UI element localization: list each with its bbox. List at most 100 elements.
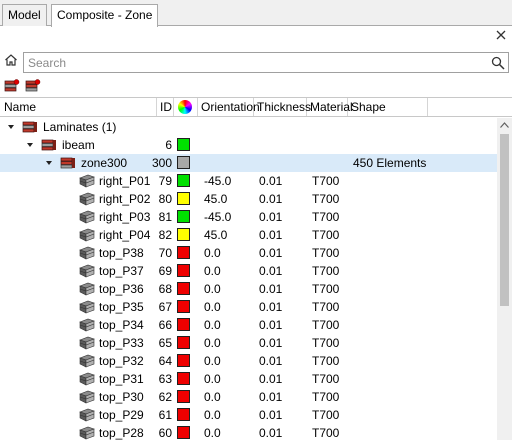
ply-icon: [79, 372, 95, 386]
material-cell: T700: [312, 192, 340, 206]
tree-label: Laminates (1): [43, 120, 117, 134]
material-cell: T700: [312, 372, 340, 386]
search-box: [23, 52, 509, 73]
id-cell: 61: [158, 408, 172, 422]
tree-view: Laminates (1) ibeam 6 zone300 300 450 El…: [0, 118, 497, 440]
tab-model[interactable]: Model: [2, 4, 47, 26]
ply-row[interactable]: top_P34 66 0.0 0.01 T700: [0, 316, 497, 334]
expand-arrow-icon[interactable]: [45, 159, 53, 167]
ply-row[interactable]: top_P30 62 0.0 0.01 T700: [0, 388, 497, 406]
ply-row[interactable]: right_P02 80 45.0 0.01 T700: [0, 190, 497, 208]
thickness-cell: 0.01: [259, 210, 283, 224]
id-cell: 69: [158, 264, 172, 278]
color-swatch[interactable]: [177, 228, 190, 241]
ply-row[interactable]: right_P01 79 -45.0 0.01 T700: [0, 172, 497, 190]
id-cell: 80: [158, 192, 172, 206]
tree-row-ibeam[interactable]: ibeam 6: [0, 136, 497, 154]
ply-row[interactable]: top_P38 70 0.0 0.01 T700: [0, 244, 497, 262]
expand-arrow-icon[interactable]: [7, 123, 15, 131]
color-swatch[interactable]: [177, 156, 190, 169]
color-swatch[interactable]: [177, 300, 190, 313]
id-cell: 82: [158, 228, 172, 242]
close-icon[interactable]: [494, 28, 508, 42]
color-swatch[interactable]: [177, 246, 190, 259]
tree-label: ibeam: [62, 138, 95, 152]
create-laminate-icon[interactable]: [3, 78, 21, 94]
column-orientation[interactable]: Orientation: [198, 98, 260, 116]
color-swatch[interactable]: [177, 264, 190, 277]
tree-row-laminates[interactable]: Laminates (1): [0, 118, 497, 136]
thickness-cell: 0.01: [259, 174, 283, 188]
material-cell: T700: [312, 282, 340, 296]
vertical-scrollbar[interactable]: [497, 118, 512, 440]
ply-icon: [79, 300, 95, 314]
color-swatch[interactable]: [177, 282, 190, 295]
home-icon[interactable]: [4, 53, 18, 67]
ply-icon: [79, 174, 95, 188]
scroll-up-icon[interactable]: [500, 122, 509, 128]
ply-row[interactable]: top_P31 63 0.0 0.01 T700: [0, 370, 497, 388]
color-swatch[interactable]: [177, 354, 190, 367]
id-cell: 79: [158, 174, 172, 188]
thickness-cell: 0.01: [259, 408, 283, 422]
ply-icon: [79, 426, 95, 440]
search-input[interactable]: [28, 55, 478, 70]
ply-row[interactable]: top_P35 67 0.0 0.01 T700: [0, 298, 497, 316]
ply-icon: [79, 192, 95, 206]
ply-icon: [79, 390, 95, 404]
thickness-cell: 0.01: [259, 300, 283, 314]
ply-row[interactable]: top_P36 68 0.0 0.01 T700: [0, 280, 497, 298]
ply-row[interactable]: top_P37 69 0.0 0.01 T700: [0, 262, 497, 280]
column-shape[interactable]: Shape: [348, 98, 428, 116]
scrollbar-thumb[interactable]: [500, 134, 509, 306]
material-cell: T700: [312, 354, 340, 368]
material-cell: T700: [312, 174, 340, 188]
column-thickness[interactable]: Thickness: [254, 98, 311, 116]
material-cell: T700: [312, 210, 340, 224]
expand-arrow-icon[interactable]: [26, 141, 34, 149]
ply-row[interactable]: right_P04 82 45.0 0.01 T700: [0, 226, 497, 244]
tree-row-zone300[interactable]: zone300 300 450 Elements: [0, 154, 497, 172]
ply-icon: [79, 246, 95, 260]
id-cell: 64: [158, 354, 172, 368]
color-swatch[interactable]: [177, 390, 190, 403]
color-swatch[interactable]: [177, 138, 190, 151]
thickness-cell: 0.01: [259, 336, 283, 350]
ply-row[interactable]: top_P29 61 0.0 0.01 T700: [0, 406, 497, 424]
column-material[interactable]: Material: [307, 98, 353, 116]
orientation-cell: 45.0: [204, 192, 228, 206]
tab-bar: Model Composite - Zone: [0, 0, 512, 27]
orientation-cell: -45.0: [204, 174, 232, 188]
material-cell: T700: [312, 300, 340, 314]
ply-row[interactable]: top_P32 64 0.0 0.01 T700: [0, 352, 497, 370]
ply-row[interactable]: right_P03 81 -45.0 0.01 T700: [0, 208, 497, 226]
id-cell: 60: [158, 426, 172, 440]
orientation-cell: 0.0: [204, 354, 221, 368]
ply-row[interactable]: top_P33 65 0.0 0.01 T700: [0, 334, 497, 352]
color-swatch[interactable]: [177, 210, 190, 223]
column-header: Name ID Orientation Thickness Material S…: [0, 97, 512, 117]
laminate-icon: [41, 139, 56, 151]
column-id[interactable]: ID: [157, 98, 174, 116]
tab-composite-zone[interactable]: Composite - Zone: [51, 4, 159, 27]
color-swatch[interactable]: [177, 174, 190, 187]
thickness-cell: 0.01: [259, 354, 283, 368]
color-swatch[interactable]: [177, 408, 190, 421]
color-swatch[interactable]: [177, 192, 190, 205]
thickness-cell: 0.01: [259, 228, 283, 242]
id-cell: 81: [158, 210, 172, 224]
laminate-icon: [22, 121, 37, 133]
orientation-cell: 0.0: [204, 246, 221, 260]
color-swatch[interactable]: [177, 336, 190, 349]
column-name[interactable]: Name: [0, 98, 157, 116]
color-swatch[interactable]: [177, 318, 190, 331]
ply-row[interactable]: top_P28 60 0.0 0.01 T700: [0, 424, 497, 440]
create-zone-icon[interactable]: [24, 78, 42, 94]
search-icon[interactable]: [491, 56, 505, 70]
shape-cell: 450 Elements: [353, 156, 427, 170]
orientation-cell: 0.0: [204, 264, 221, 278]
thickness-cell: 0.01: [259, 264, 283, 278]
color-swatch[interactable]: [177, 372, 190, 385]
color-swatch[interactable]: [177, 426, 190, 439]
orientation-cell: 0.0: [204, 426, 221, 440]
